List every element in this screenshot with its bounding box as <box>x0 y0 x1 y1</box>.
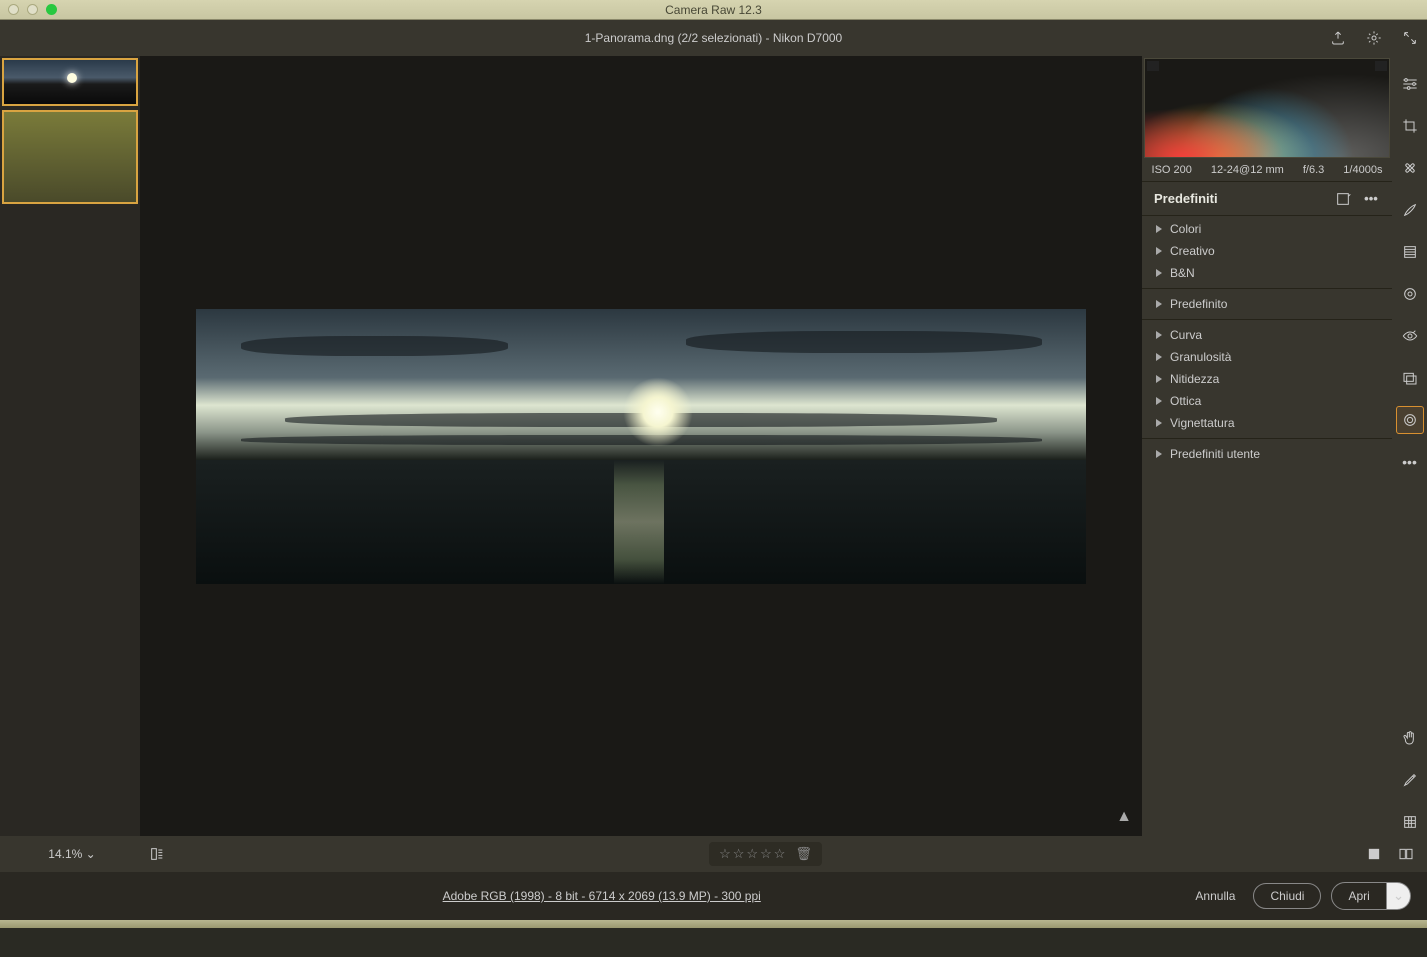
preset-group-bn[interactable]: B&N <box>1142 262 1392 284</box>
warning-icon[interactable]: ▲ <box>1116 808 1132 826</box>
presets-tool-icon[interactable] <box>1396 406 1424 434</box>
histogram[interactable] <box>1144 58 1390 158</box>
panel-title: Predefiniti <box>1154 191 1218 206</box>
grid-tool-icon[interactable] <box>1396 808 1424 836</box>
disclosure-triangle-icon <box>1156 331 1162 339</box>
preset-group-creativo[interactable]: Creativo <box>1142 240 1392 262</box>
disclosure-triangle-icon <box>1156 397 1162 405</box>
trash-icon[interactable]: 🗑 <box>795 846 812 862</box>
rating-stars[interactable]: ☆ ☆ ☆ ☆ ☆ 🗑 <box>709 842 822 866</box>
hand-tool-icon[interactable] <box>1396 724 1424 752</box>
gradient-tool-icon[interactable] <box>1396 238 1424 266</box>
star-icon[interactable]: ☆ <box>774 846 786 862</box>
shadow-clip-icon[interactable] <box>1147 61 1159 71</box>
disclosure-triangle-icon <box>1156 247 1162 255</box>
disclosure-triangle-icon <box>1156 300 1162 308</box>
fullscreen-icon[interactable] <box>1401 29 1419 47</box>
compare-view-icon[interactable] <box>1397 845 1415 863</box>
disclosure-triangle-icon <box>1156 375 1162 383</box>
preset-group-curva[interactable]: Curva <box>1142 324 1392 346</box>
disclosure-triangle-icon <box>1156 225 1162 233</box>
fit-icon[interactable] <box>148 845 166 863</box>
exif-lens: 12-24@12 mm <box>1211 164 1284 176</box>
thumbnail-1[interactable] <box>2 58 138 106</box>
window-title: Camera Raw 12.3 <box>0 3 1427 17</box>
radial-tool-icon[interactable] <box>1396 280 1424 308</box>
window-chrome-bottom <box>0 920 1427 928</box>
exif-shutter: 1/4000s <box>1343 164 1382 176</box>
chevron-down-icon: ⌄ <box>86 847 96 861</box>
exif-iso: ISO 200 <box>1152 164 1192 176</box>
preset-list: Colori Creativo B&N Predefinito Curva Gr… <box>1142 216 1392 467</box>
adjustments-panel: ISO 200 12-24@12 mm f/6.3 1/4000s Predef… <box>1142 56 1392 836</box>
star-icon[interactable]: ☆ <box>733 846 745 862</box>
exif-bar: ISO 200 12-24@12 mm f/6.3 1/4000s <box>1142 158 1392 182</box>
new-preset-icon[interactable] <box>1334 190 1352 208</box>
crop-tool-icon[interactable] <box>1396 112 1424 140</box>
sampler-tool-icon[interactable] <box>1396 766 1424 794</box>
exif-aperture: f/6.3 <box>1303 164 1324 176</box>
thumbnail-2[interactable] <box>2 110 138 204</box>
status-bar: 14.1% ⌄ ☆ ☆ ☆ ☆ ☆ 🗑 <box>0 836 1427 872</box>
open-dropdown-icon[interactable]: ⌄ <box>1387 882 1411 910</box>
close-button[interactable]: Chiudi <box>1253 883 1321 909</box>
preset-group-nitidezza[interactable]: Nitidezza <box>1142 368 1392 390</box>
preset-group-granulosita[interactable]: Granulosità <box>1142 346 1392 368</box>
document-header: 1-Panorama.dng (2/2 selezionati) - Nikon… <box>0 20 1427 56</box>
zoom-dropdown[interactable]: 14.1% ⌄ <box>8 847 136 861</box>
disclosure-triangle-icon <box>1156 419 1162 427</box>
preset-group-ottica[interactable]: Ottica <box>1142 390 1392 412</box>
edit-tool-icon[interactable] <box>1396 70 1424 98</box>
cancel-button[interactable]: Annulla <box>1187 884 1243 908</box>
preset-group-colori[interactable]: Colori <box>1142 218 1392 240</box>
highlight-clip-icon[interactable] <box>1375 61 1387 71</box>
more-tools-icon[interactable]: ••• <box>1396 448 1424 476</box>
document-filename: 1-Panorama.dng (2/2 selezionati) - Nikon… <box>0 31 1427 45</box>
tool-rail: ••• <box>1392 56 1427 836</box>
window-titlebar: Camera Raw 12.3 <box>0 0 1427 20</box>
star-icon[interactable]: ☆ <box>760 846 772 862</box>
disclosure-triangle-icon <box>1156 269 1162 277</box>
star-icon[interactable]: ☆ <box>746 846 758 862</box>
image-canvas[interactable]: ▲ <box>140 56 1142 836</box>
brush-tool-icon[interactable] <box>1396 196 1424 224</box>
heal-tool-icon[interactable] <box>1396 154 1424 182</box>
open-button[interactable]: Apri <box>1331 882 1386 910</box>
disclosure-triangle-icon <box>1156 450 1162 458</box>
export-icon[interactable] <box>1329 29 1347 47</box>
disclosure-triangle-icon <box>1156 353 1162 361</box>
panel-header: Predefiniti ••• <box>1142 182 1392 216</box>
workflow-link[interactable]: Adobe RGB (1998) - 8 bit - 6714 x 2069 (… <box>16 889 1187 903</box>
preset-group-vignettatura[interactable]: Vignettatura <box>1142 412 1392 434</box>
settings-icon[interactable] <box>1365 29 1383 47</box>
single-view-icon[interactable] <box>1365 845 1383 863</box>
panel-menu-icon[interactable]: ••• <box>1362 190 1380 208</box>
preset-group-predefinito[interactable]: Predefinito <box>1142 293 1392 315</box>
redeye-tool-icon[interactable] <box>1396 322 1424 350</box>
footer: Adobe RGB (1998) - 8 bit - 6714 x 2069 (… <box>0 872 1427 920</box>
preset-group-utente[interactable]: Predefiniti utente <box>1142 443 1392 465</box>
filmstrip <box>0 56 140 836</box>
snapshot-tool-icon[interactable] <box>1396 364 1424 392</box>
star-icon[interactable]: ☆ <box>719 846 731 862</box>
image-preview <box>196 309 1086 584</box>
